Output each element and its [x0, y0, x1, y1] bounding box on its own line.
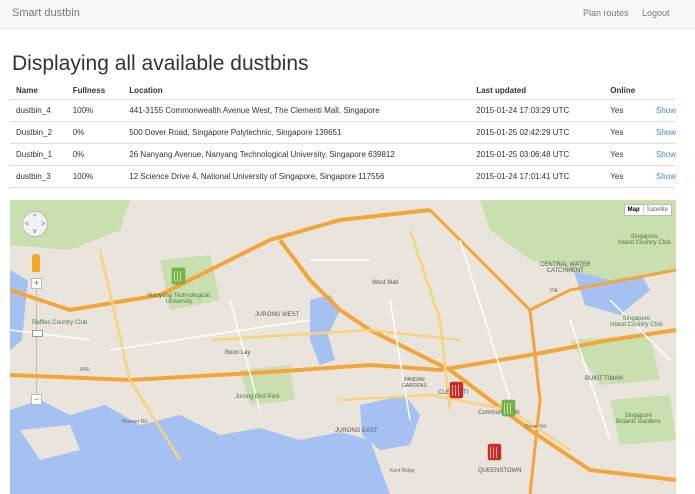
map-label-boon-lay: Boon Lay: [225, 350, 251, 356]
navbar: Smart dustbin Plan routes Logout: [0, 0, 695, 29]
cell-fullness: 100%: [66, 99, 124, 122]
map-label-raffles-country-club: Raffles Country Club: [32, 320, 88, 326]
cell-online: Yes: [604, 143, 650, 166]
cell-name: Dustbin_2: [10, 121, 67, 144]
cell-name: dustbin_4: [10, 99, 67, 122]
cell-last-updated: 2015-01-25 03:06:48 UTC: [470, 143, 605, 166]
dustbin-map[interactable]: Map Satellite ^ < > v + − Nanyang Techno…: [10, 200, 676, 494]
zoom-slider-thumb[interactable]: [32, 330, 43, 337]
table-header-row: Name Fullness Location Last updated Onli…: [10, 82, 676, 100]
cell-last-updated: 2015-01-25 02:42:29 UTC: [470, 121, 605, 144]
col-header-location: Location: [123, 82, 471, 100]
map-type-control: Map Satellite: [623, 204, 672, 216]
map-label-central-water-catchment: CENTRAL WATER CATCHMENT: [540, 262, 591, 274]
table-row: Dustbin_2 0% 500 Dover Road, Singapore P…: [10, 121, 676, 144]
map-label-west-mall: West Mall: [372, 280, 399, 286]
cell-location: 500 Dover Road, Singapore Polytechnic, S…: [123, 121, 471, 144]
col-header-action: [649, 82, 676, 100]
zoom-control: + −: [31, 278, 43, 408]
zoom-slider-track[interactable]: [36, 290, 37, 393]
map-label-jurong-west: JURONG WEST: [255, 312, 300, 318]
map-label-kent-ridge: Kent Ridge: [390, 468, 415, 474]
map-label-jurong-bird-park: Jurong Bird Park: [235, 394, 280, 400]
cell-fullness: 0%: [66, 121, 124, 144]
cell-location: 12 Science Drive 4, National University …: [123, 165, 471, 188]
cell-location: 26 Nanyang Avenue, Nanyang Technological…: [123, 143, 471, 166]
dustbin-marker-full[interactable]: [488, 444, 501, 460]
cell-online: Yes: [604, 99, 650, 122]
map-label-jurong-east: JURONG EAST: [335, 428, 378, 434]
dustbin-marker-full[interactable]: [450, 382, 463, 398]
highway: [528, 309, 542, 494]
show-link[interactable]: Show: [649, 143, 676, 166]
map-type-satellite-button[interactable]: Satellite: [642, 205, 671, 215]
cell-name: dustbin_3: [10, 165, 67, 188]
show-link[interactable]: Show: [649, 165, 676, 188]
pan-up-icon[interactable]: ^: [33, 214, 36, 221]
dustbin-table: Name Fullness Location Last updated Onli…: [10, 82, 676, 188]
show-link[interactable]: Show: [649, 121, 676, 144]
map-type-map-button[interactable]: Map: [625, 205, 643, 215]
map-label-pioneer-rd: Pioneer Rd: [122, 419, 148, 425]
pan-left-icon[interactable]: <: [25, 221, 29, 228]
table-row: dustbin_3 100% 12 Science Drive 4, Natio…: [10, 165, 676, 188]
brand-link[interactable]: Smart dustbin: [12, 7, 80, 19]
major-road: [209, 328, 461, 342]
table-row: Dustbin_1 0% 26 Nanyang Avenue, Nanyang …: [10, 143, 676, 166]
cell-online: Yes: [604, 165, 650, 188]
map-label-singapore-botanic-gardens: Singapore Botanic Gardens: [616, 413, 661, 425]
show-link[interactable]: Show: [649, 99, 676, 122]
map-label-aye: AYE: [80, 367, 90, 373]
pan-right-icon[interactable]: >: [41, 221, 45, 228]
cell-last-updated: 2015-01-24 17:03:29 UTC: [470, 99, 605, 122]
plan-routes-link[interactable]: Plan routes: [583, 8, 629, 18]
pan-control[interactable]: ^ < > v: [22, 211, 48, 237]
map-label-pandan-gardens: PANDAN GARDENS: [402, 377, 427, 389]
pan-down-icon[interactable]: v: [33, 228, 37, 235]
col-header-name: Name: [10, 82, 67, 100]
cell-location: 441-3155 Commonwealth Avenue West, The C…: [123, 99, 471, 122]
cell-fullness: 0%: [66, 143, 124, 166]
col-header-last-updated: Last updated: [470, 82, 605, 100]
cell-name: Dustbin_1: [10, 143, 67, 166]
dustbin-marker-empty[interactable]: [502, 400, 515, 416]
zoom-out-button[interactable]: −: [31, 394, 42, 405]
map-label-queenstown: QUEENSTOWN: [478, 468, 522, 474]
zoom-in-button[interactable]: +: [31, 278, 42, 289]
col-header-fullness: Fullness: [66, 82, 124, 100]
map-label-ntu: Nanyang Technological University: [148, 293, 210, 305]
cell-fullness: 100%: [66, 165, 124, 188]
logout-link[interactable]: Logout: [642, 8, 670, 18]
table-row: dustbin_4 100% 441-3155 Commonwealth Ave…: [10, 99, 676, 122]
cell-last-updated: 2015-01-24 17:01:41 UTC: [470, 165, 605, 188]
cell-online: Yes: [604, 121, 650, 144]
map-label-bukit-timah: BUKIT TIMAH: [585, 376, 623, 382]
map-label-pie: PIE: [550, 288, 559, 294]
map-canvas: [10, 200, 676, 494]
col-header-online: Online: [604, 82, 650, 100]
west-coast-water: [10, 270, 28, 350]
map-label-singapore-island-country-club: Singapore Island Country Club: [610, 316, 663, 328]
map-label-singapore-island-country-club-north: Singapore Island Country Club: [618, 234, 671, 246]
page-title: Displaying all available dustbins: [12, 52, 309, 75]
street-view-pegman-icon[interactable]: [32, 254, 40, 272]
dustbin-marker-empty[interactable]: [172, 268, 185, 284]
map-label-dover-rd: Dover Rd: [525, 424, 547, 430]
